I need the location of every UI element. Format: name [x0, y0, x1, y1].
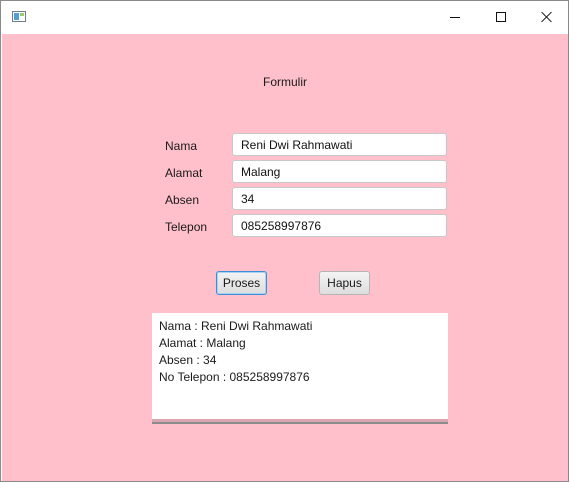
maximize-button[interactable] [478, 1, 524, 32]
output-line-alamat: Alamat : Malang [159, 336, 246, 350]
output-line-absen: Absen : 34 [159, 353, 217, 367]
alamat-input[interactable] [232, 160, 447, 183]
hapus-button[interactable]: Hapus [319, 271, 370, 295]
app-window-icon [12, 11, 26, 22]
minimize-button[interactable] [432, 1, 478, 32]
title-bar [1, 1, 568, 32]
output-textarea[interactable]: Nama : Reni Dwi Rahmawati Alamat : Malan… [152, 313, 448, 419]
alamat-label: Alamat [165, 166, 203, 180]
nama-input[interactable] [232, 133, 447, 156]
form-title: Formulir [263, 75, 307, 89]
proses-button[interactable]: Proses [216, 271, 267, 295]
absen-label: Absen [165, 193, 200, 207]
telepon-input[interactable] [232, 214, 447, 237]
output-line-telepon: No Telepon : 085258997876 [159, 370, 310, 384]
app-window: Formulir Nama Alamat Absen Telepon Prose… [0, 0, 569, 482]
output-line-nama: Nama : Reni Dwi Rahmawati [159, 319, 313, 333]
nama-label: Nama [165, 139, 198, 153]
form-panel: Formulir Nama Alamat Absen Telepon Prose… [2, 34, 568, 481]
close-button[interactable] [524, 1, 570, 32]
telepon-label: Telepon [165, 220, 208, 234]
output-scrollbar[interactable] [152, 419, 448, 424]
absen-input[interactable] [232, 187, 447, 210]
